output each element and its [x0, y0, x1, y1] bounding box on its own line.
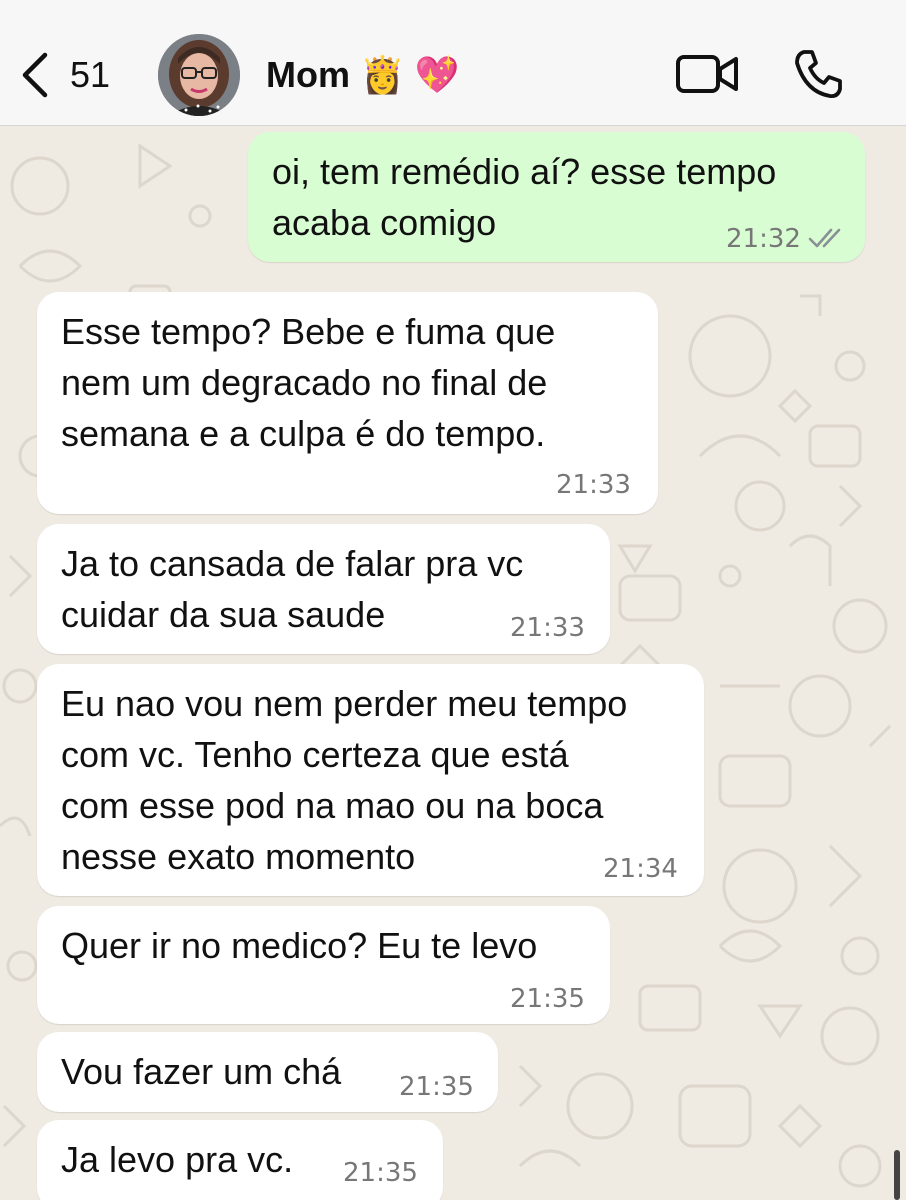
scrollbar[interactable] [894, 1150, 900, 1200]
message-time: 21:34 [603, 854, 678, 884]
avatar[interactable] [158, 34, 240, 116]
chevron-left-icon [22, 52, 48, 98]
message-time: 21:35 [399, 1072, 474, 1102]
voice-call-button[interactable] [792, 48, 844, 100]
message-bubble-incoming[interactable]: Esse tempo? Bebe e fuma que nem um degra… [37, 292, 658, 514]
message-bubble-incoming[interactable]: Ja to cansada de falar pra vc cuidar da … [37, 524, 610, 654]
message-time: 21:35 [343, 1158, 418, 1188]
message-bubble-incoming[interactable]: Ja levo pra vc. 21:35 [37, 1120, 443, 1200]
phone-icon [795, 50, 842, 99]
video-camera-icon [676, 55, 738, 93]
message-bubble-incoming[interactable]: Vou fazer um chá 21:35 [37, 1032, 498, 1112]
unread-count[interactable]: 51 [70, 54, 110, 96]
message-bubble-incoming[interactable]: Eu nao vou nem perder meu tempo com vc. … [37, 664, 704, 896]
message-text: Ja to cansada de falar pra vc cuidar da … [61, 543, 524, 635]
double-check-icon [808, 228, 841, 248]
contact-name[interactable]: Mom 👸 💖 [266, 54, 460, 96]
video-call-button[interactable] [676, 54, 740, 94]
message-bubble-incoming[interactable]: Quer ir no medico? Eu te levo 21:35 [37, 906, 610, 1024]
avatar-photo [158, 34, 240, 116]
message-bubble-outgoing[interactable]: oi, tem remédio aí? esse tempo acaba com… [248, 132, 865, 262]
message-text: Eu nao vou nem perder meu tempo com vc. … [61, 683, 628, 877]
message-text: Esse tempo? Bebe e fuma que nem um degra… [61, 311, 556, 454]
message-time: 21:32 [726, 224, 801, 254]
message-text: Quer ir no medico? Eu te levo [61, 925, 538, 966]
message-time: 21:35 [510, 984, 585, 1014]
message-time: 21:33 [556, 470, 631, 500]
chat-area[interactable]: oi, tem remédio aí? esse tempo acaba com… [0, 126, 906, 1200]
message-time: 21:33 [510, 613, 585, 643]
chat-header: 51 Mom 👸 💖 [0, 0, 906, 126]
back-button[interactable] [18, 50, 52, 100]
